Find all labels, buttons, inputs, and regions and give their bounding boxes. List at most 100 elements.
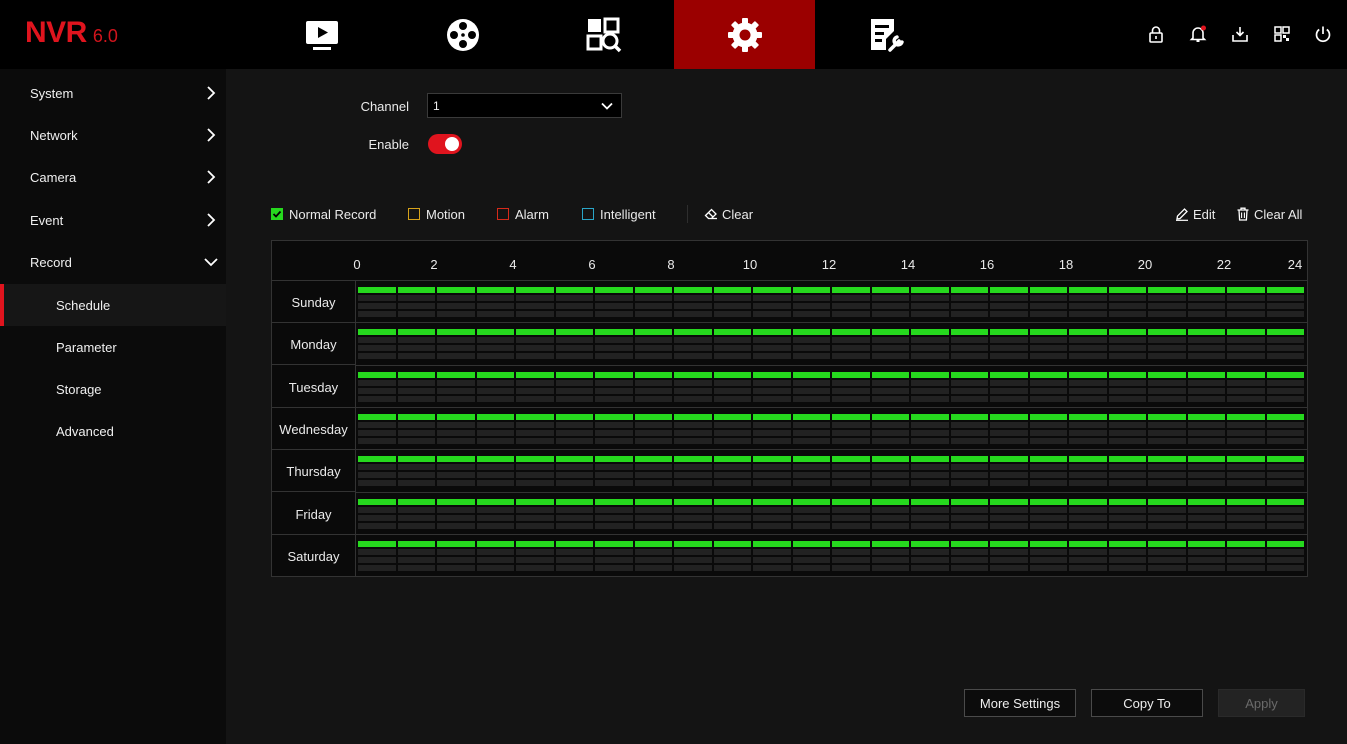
copy-to-button[interactable]: Copy To xyxy=(1091,689,1203,717)
empty-segment[interactable] xyxy=(990,311,1028,317)
empty-segment[interactable] xyxy=(1069,295,1107,301)
legend-motion[interactable]: Motion xyxy=(408,205,465,223)
empty-segment[interactable] xyxy=(871,345,909,352)
empty-segment[interactable] xyxy=(792,506,830,513)
empty-segment[interactable] xyxy=(1029,345,1067,352)
empty-segment[interactable] xyxy=(950,429,988,436)
empty-segment[interactable] xyxy=(753,303,791,309)
empty-segment[interactable] xyxy=(516,480,554,487)
empty-segment[interactable] xyxy=(1029,548,1067,555)
normal-record-segment[interactable] xyxy=(871,456,909,463)
normal-record-segment[interactable] xyxy=(1069,329,1107,336)
normal-record-segment[interactable] xyxy=(753,329,791,336)
empty-segment[interactable] xyxy=(1108,522,1146,529)
legend-alarm[interactable]: Alarm xyxy=(497,205,549,223)
empty-segment[interactable] xyxy=(397,480,435,487)
normal-record-segment[interactable] xyxy=(437,540,475,547)
normal-record-segment[interactable] xyxy=(1029,498,1067,505)
normal-record-segment[interactable] xyxy=(1187,329,1225,336)
empty-segment[interactable] xyxy=(950,522,988,529)
normal-record-segment[interactable] xyxy=(1227,498,1265,505)
empty-segment[interactable] xyxy=(950,556,988,563)
empty-segment[interactable] xyxy=(476,556,514,563)
normal-record-segment[interactable] xyxy=(792,413,830,420)
empty-segment[interactable] xyxy=(595,480,633,487)
empty-segment[interactable] xyxy=(1029,303,1067,309)
empty-segment[interactable] xyxy=(792,564,830,571)
empty-segment[interactable] xyxy=(871,395,909,402)
normal-record-segment[interactable] xyxy=(437,329,475,336)
empty-segment[interactable] xyxy=(674,429,712,436)
empty-segment[interactable] xyxy=(1227,395,1265,402)
normal-record-segment[interactable] xyxy=(674,498,712,505)
normal-record-segment[interactable] xyxy=(713,371,751,378)
empty-segment[interactable] xyxy=(516,564,554,571)
empty-segment[interactable] xyxy=(1266,480,1304,487)
normal-record-segment[interactable] xyxy=(674,456,712,463)
normal-record-segment[interactable] xyxy=(1108,540,1146,547)
empty-segment[interactable] xyxy=(1187,295,1225,301)
normal-record-segment[interactable] xyxy=(516,540,554,547)
empty-segment[interactable] xyxy=(1227,387,1265,394)
normal-record-segment[interactable] xyxy=(1029,287,1067,293)
empty-segment[interactable] xyxy=(516,506,554,513)
empty-segment[interactable] xyxy=(911,429,949,436)
empty-segment[interactable] xyxy=(832,337,870,344)
empty-segment[interactable] xyxy=(832,429,870,436)
empty-segment[interactable] xyxy=(753,464,791,471)
normal-record-segment[interactable] xyxy=(555,540,593,547)
empty-segment[interactable] xyxy=(674,514,712,521)
empty-segment[interactable] xyxy=(871,480,909,487)
empty-segment[interactable] xyxy=(437,464,475,471)
empty-segment[interactable] xyxy=(437,421,475,428)
empty-segment[interactable] xyxy=(832,303,870,309)
empty-segment[interactable] xyxy=(595,303,633,309)
empty-segment[interactable] xyxy=(674,548,712,555)
empty-segment[interactable] xyxy=(555,379,593,386)
empty-segment[interactable] xyxy=(358,311,396,317)
empty-segment[interactable] xyxy=(832,387,870,394)
normal-record-segment[interactable] xyxy=(713,498,751,505)
empty-segment[interactable] xyxy=(1069,421,1107,428)
normal-record-segment[interactable] xyxy=(358,371,396,378)
normal-record-segment[interactable] xyxy=(1227,456,1265,463)
empty-segment[interactable] xyxy=(1148,480,1186,487)
normal-record-segment[interactable] xyxy=(516,498,554,505)
tab-search[interactable] xyxy=(533,0,674,69)
empty-segment[interactable] xyxy=(832,564,870,571)
empty-segment[interactable] xyxy=(1069,387,1107,394)
empty-segment[interactable] xyxy=(1029,522,1067,529)
empty-segment[interactable] xyxy=(595,353,633,360)
normal-record-segment[interactable] xyxy=(437,456,475,463)
empty-segment[interactable] xyxy=(1266,556,1304,563)
empty-segment[interactable] xyxy=(990,303,1028,309)
empty-segment[interactable] xyxy=(516,548,554,555)
empty-segment[interactable] xyxy=(476,421,514,428)
empty-segment[interactable] xyxy=(792,429,830,436)
empty-segment[interactable] xyxy=(950,472,988,479)
empty-segment[interactable] xyxy=(753,295,791,301)
normal-record-segment[interactable] xyxy=(1069,456,1107,463)
sidebar-item-camera[interactable]: Camera xyxy=(0,156,226,198)
normal-record-segment[interactable] xyxy=(1227,413,1265,420)
empty-segment[interactable] xyxy=(516,464,554,471)
empty-segment[interactable] xyxy=(753,421,791,428)
empty-segment[interactable] xyxy=(950,464,988,471)
lock-icon[interactable] xyxy=(1144,22,1168,46)
normal-record-segment[interactable] xyxy=(911,456,949,463)
empty-segment[interactable] xyxy=(871,337,909,344)
empty-segment[interactable] xyxy=(397,421,435,428)
empty-segment[interactable] xyxy=(950,421,988,428)
empty-segment[interactable] xyxy=(1266,379,1304,386)
empty-segment[interactable] xyxy=(1266,303,1304,309)
more-settings-button[interactable]: More Settings xyxy=(964,689,1076,717)
empty-segment[interactable] xyxy=(990,387,1028,394)
normal-record-segment[interactable] xyxy=(1266,456,1304,463)
empty-segment[interactable] xyxy=(516,379,554,386)
empty-segment[interactable] xyxy=(950,345,988,352)
empty-segment[interactable] xyxy=(358,295,396,301)
empty-segment[interactable] xyxy=(437,295,475,301)
empty-segment[interactable] xyxy=(437,353,475,360)
empty-segment[interactable] xyxy=(871,295,909,301)
empty-segment[interactable] xyxy=(753,379,791,386)
